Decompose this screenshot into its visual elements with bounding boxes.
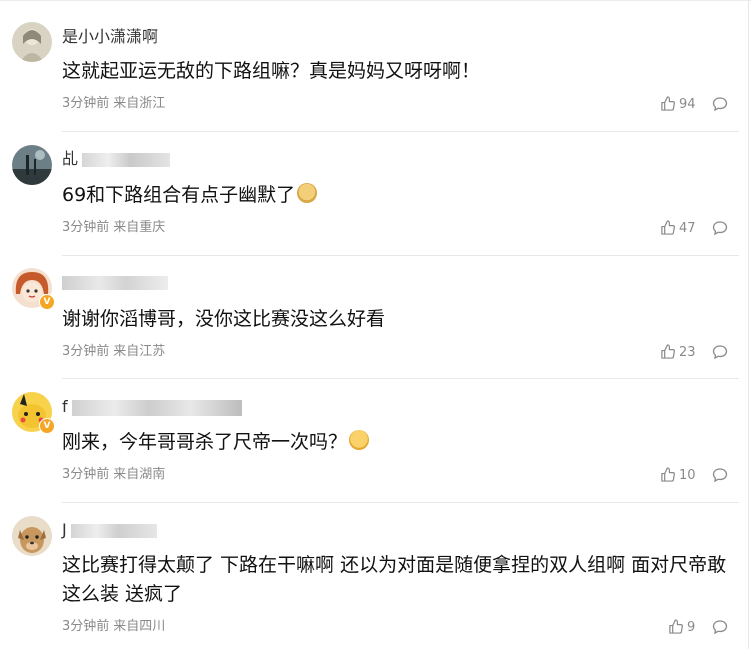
like-count: 23 [679, 345, 696, 360]
like-button[interactable]: 23 [660, 344, 696, 361]
thumbs-up-icon [661, 467, 675, 482]
comment-time: 3分钟前 [62, 344, 110, 359]
comment-bubble-icon[interactable] [712, 619, 728, 635]
blurred-username [70, 523, 157, 538]
avatar[interactable] [12, 145, 52, 185]
comment-location: 来自江苏 [113, 344, 166, 359]
comment-username[interactable] [62, 272, 168, 292]
comment-meta: 3分钟前 来自浙江 [62, 96, 165, 112]
username-text: f [62, 397, 68, 416]
comment-text: 这就起亚运无敌的下路组嘛？真是妈妈又呀呀啊！ [62, 60, 481, 82]
comment-time: 3分钟前 [62, 96, 110, 111]
comment-text-body: 69和下路组合有点子幽默了 [62, 184, 296, 206]
comment-location: 来自湖南 [113, 467, 166, 482]
thumbs-up-icon [661, 96, 675, 111]
comment-text: 69和下路组合有点子幽默了 [62, 181, 737, 210]
like-button[interactable]: 94 [660, 96, 696, 113]
thumbs-up-icon [661, 220, 675, 235]
comment-time: 3分钟前 [62, 467, 110, 482]
blurred-username [71, 399, 242, 416]
blurred-username [82, 152, 171, 167]
doge-emoji [297, 183, 318, 203]
comment-text: 谢谢你滔博哥，没你这比赛没这么好看 [62, 308, 386, 330]
like-count: 10 [679, 468, 696, 483]
like-count: 47 [679, 221, 696, 236]
comment-time: 3分钟前 [62, 619, 110, 634]
comment-divider [62, 502, 739, 503]
avatar[interactable] [12, 516, 52, 556]
like-count: 9 [687, 620, 696, 635]
comment-location: 来自浙江 [113, 96, 166, 111]
username-text: J [62, 520, 67, 539]
comment-username[interactable]: J [62, 520, 157, 540]
tongue-out-emoji [349, 430, 370, 450]
avatar[interactable] [12, 22, 52, 62]
comment-username[interactable]: f [62, 397, 242, 417]
like-button[interactable]: 47 [660, 220, 696, 237]
comment-time: 3分钟前 [62, 220, 110, 235]
comment-meta: 3分钟前 来自四川 [62, 619, 165, 635]
comment-text: 刚来，今年哥哥杀了尺帝一次吗？ [62, 428, 737, 457]
comment-meta: 3分钟前 来自湖南 [62, 467, 165, 483]
comment-username[interactable]: 乩 [62, 149, 171, 169]
comment-meta: 3分钟前 来自江苏 [62, 344, 165, 360]
comment-location: 来自重庆 [113, 220, 166, 235]
comment-divider [62, 378, 739, 379]
top-border [0, 0, 751, 1]
verified-badge: V [39, 418, 55, 434]
comment-username[interactable]: 是小小潇潇啊 [62, 27, 158, 47]
like-button[interactable]: 9 [668, 619, 695, 636]
comment-divider [62, 131, 739, 132]
comment-bubble-icon[interactable] [712, 220, 728, 236]
like-button[interactable]: 10 [660, 467, 696, 484]
comment-meta: 3分钟前 来自重庆 [62, 220, 165, 236]
comment-divider [62, 255, 739, 256]
comment-bubble-icon[interactable] [712, 467, 728, 483]
verified-badge: V [39, 294, 55, 310]
blurred-username [62, 275, 168, 290]
comment-bubble-icon[interactable] [712, 96, 728, 112]
comment-location: 来自四川 [113, 619, 166, 634]
right-border [748, 0, 749, 649]
like-count: 94 [679, 97, 696, 112]
thumbs-up-icon [669, 619, 683, 634]
username-text: 乩 [62, 149, 79, 168]
thumbs-up-icon [661, 344, 675, 359]
comment-text-body: 刚来，今年哥哥杀了尺帝一次吗？ [62, 431, 348, 453]
comment-bubble-icon[interactable] [712, 344, 728, 360]
comment-text: 这比赛打得太颠了 下路在干嘛啊 还以为对面是随便拿捏的双人组啊 面对尺帝敢这么装… [62, 554, 727, 605]
